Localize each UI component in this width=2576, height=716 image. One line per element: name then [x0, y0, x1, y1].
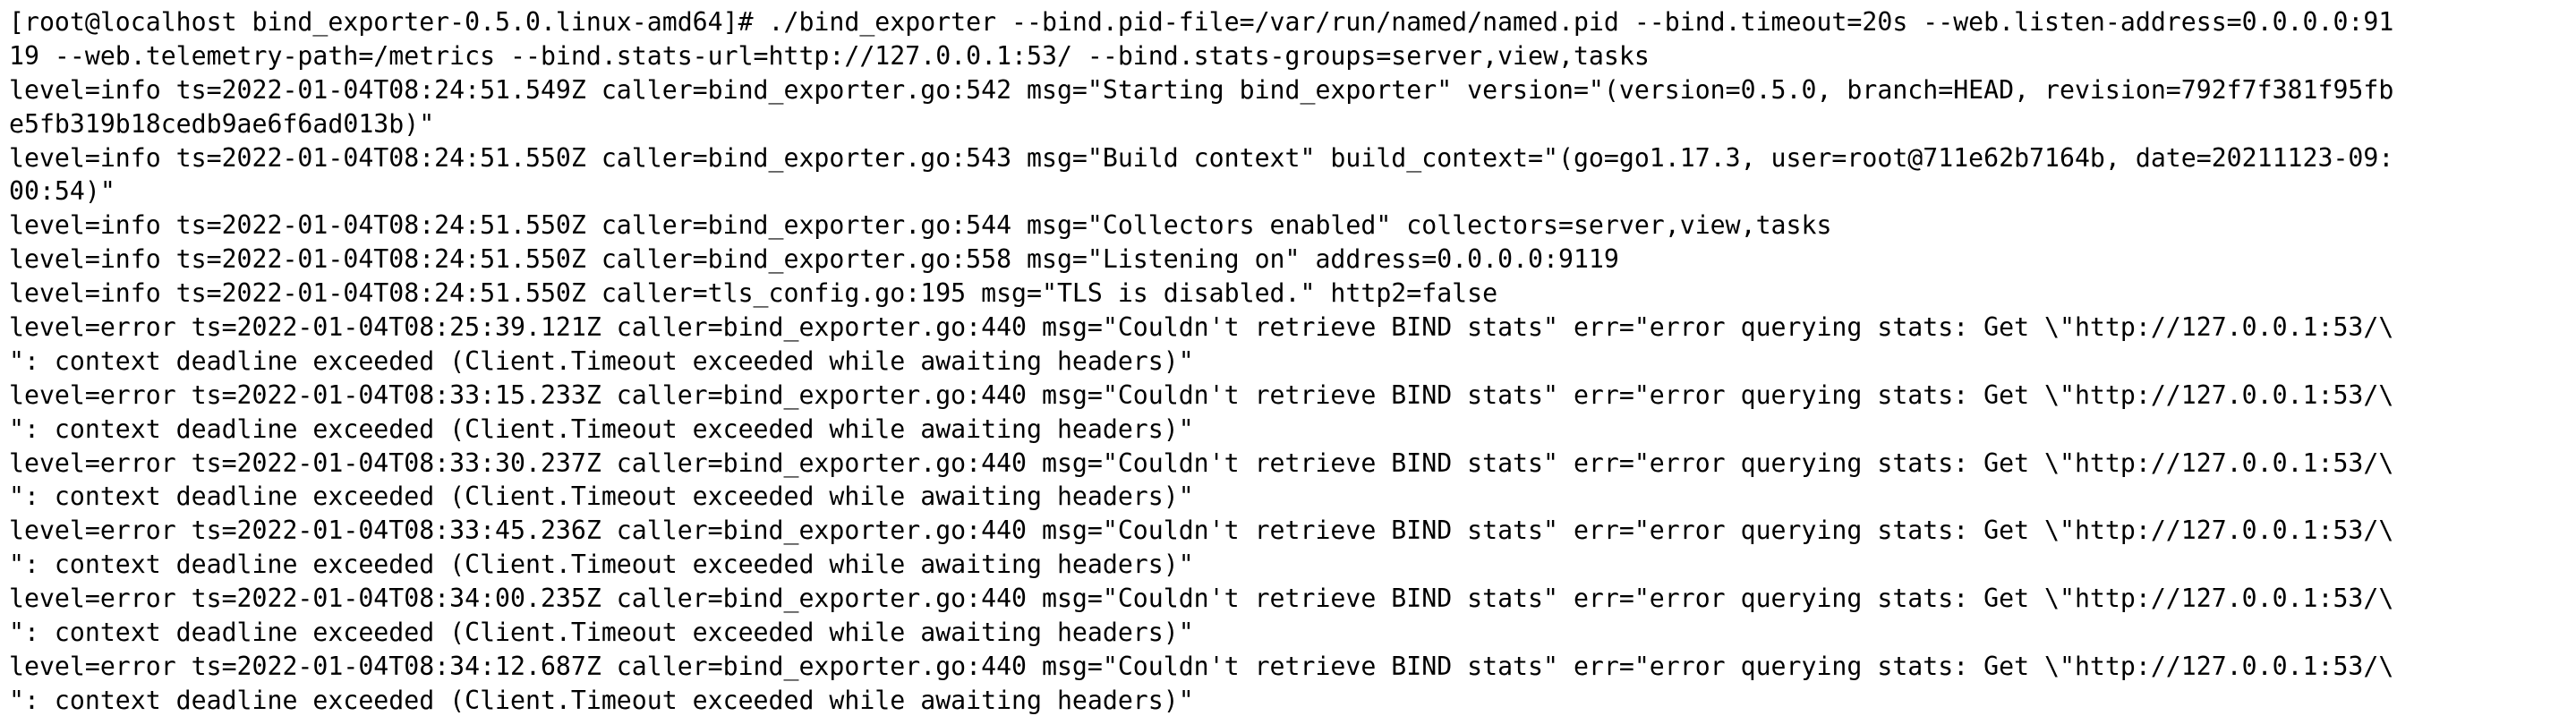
terminal-line-error: level=error ts=2022-01-04T08:34:00.235Z …	[9, 584, 2394, 614]
terminal-line-error-wrap: ": context deadline exceeded (Client.Tim…	[9, 345, 1194, 376]
terminal-line-command: [root@localhost bind_exporter-0.5.0.linu…	[9, 7, 2394, 37]
terminal-line-log: level=info ts=2022-01-04T08:24:51.550Z c…	[9, 142, 2394, 173]
terminal-line-log: level=info ts=2022-01-04T08:24:51.550Z c…	[9, 210, 1832, 241]
terminal-line-error: level=error ts=2022-01-04T08:25:39.121Z …	[9, 312, 2394, 343]
terminal-line-error: level=error ts=2022-01-04T08:34:12.687Z …	[9, 651, 2394, 681]
terminal-line-error-wrap: ": context deadline exceeded (Client.Tim…	[9, 685, 1194, 715]
terminal-scrollbar[interactable]	[2571, 0, 2576, 716]
terminal-line-error: level=error ts=2022-01-04T08:33:30.237Z …	[9, 448, 2394, 478]
terminal-window[interactable]: [root@localhost bind_exporter-0.5.0.linu…	[0, 0, 2576, 716]
terminal-line-error-wrap: ": context deadline exceeded (Client.Tim…	[9, 550, 1194, 580]
terminal-line-error: level=error ts=2022-01-04T08:33:45.236Z …	[9, 516, 2394, 546]
terminal-line-log: level=info ts=2022-01-04T08:24:51.550Z c…	[9, 244, 1619, 275]
terminal-output[interactable]: [root@localhost bind_exporter-0.5.0.linu…	[9, 5, 2565, 716]
terminal-line-error: level=error ts=2022-01-04T08:33:15.233Z …	[9, 379, 2394, 410]
terminal-line-log-wrap: e5fb319b18cedb9ae6f6ad013b)"	[9, 108, 435, 139]
terminal-line-error-wrap: ": context deadline exceeded (Client.Tim…	[9, 618, 1194, 648]
terminal-line-error-wrap: ": context deadline exceeded (Client.Tim…	[9, 482, 1194, 512]
terminal-line-error-wrap: ": context deadline exceeded (Client.Tim…	[9, 413, 1194, 444]
terminal-line-log-wrap: 00:54)"	[9, 176, 115, 207]
terminal-line-log: level=info ts=2022-01-04T08:24:51.550Z c…	[9, 278, 1498, 309]
terminal-line-command-wrap: 19 --web.telemetry-path=/metrics --bind.…	[9, 40, 1650, 71]
terminal-line-log: level=info ts=2022-01-04T08:24:51.549Z c…	[9, 74, 2394, 105]
